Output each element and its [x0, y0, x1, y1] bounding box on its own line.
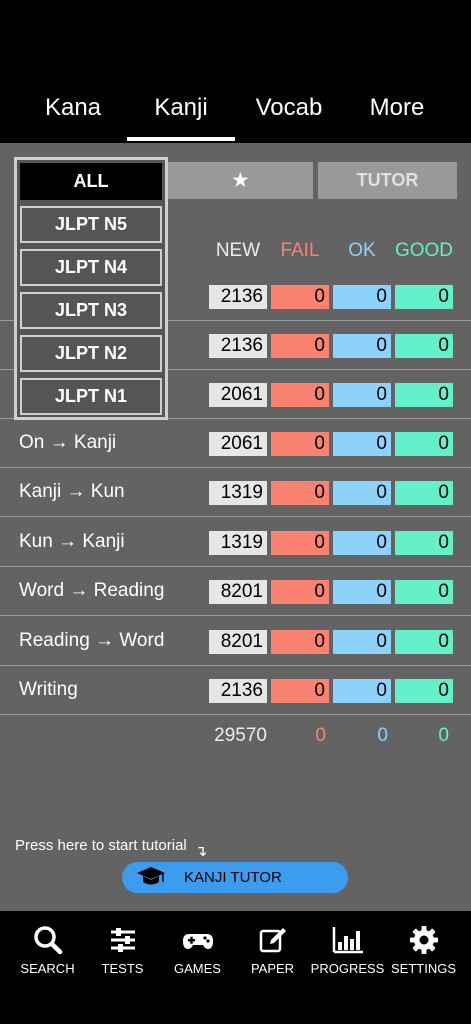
ok-count: 0 [333, 334, 391, 358]
fail-count: 0 [271, 432, 329, 456]
good-count: 0 [395, 531, 453, 555]
tutorial-hint: Press here to start tutorial ↴ [15, 836, 208, 860]
ok-count: 0 [333, 383, 391, 407]
ok-count: 0 [333, 432, 391, 456]
ok-count: 0 [333, 531, 391, 555]
good-count: 0 [395, 334, 453, 358]
pencil-icon [235, 925, 310, 955]
nav-search-label: SEARCH [20, 961, 75, 976]
dropdown-item-n3[interactable]: JLPT N3 [20, 292, 162, 329]
kanji-tutor-button[interactable]: KANJI TUTOR [122, 862, 348, 893]
fail-count: 0 [271, 630, 329, 654]
tab-kana[interactable]: Kana [28, 94, 118, 122]
row-label: Kun → Kanji [19, 531, 125, 552]
row-label: On → Kanji [19, 432, 117, 453]
jlpt-level-dropdown: ALL JLPT N5 JLPT N4 JLPT N3 JLPT N2 JLPT… [14, 157, 168, 420]
nav-paper[interactable]: PAPER [235, 925, 310, 976]
ok-count: 0 [333, 481, 391, 505]
total-ok: 0 [377, 725, 388, 746]
fail-count: 0 [271, 334, 329, 358]
total-fail: 0 [315, 725, 326, 746]
table-row[interactable]: Word → Reading 8201 0 0 0 [0, 567, 471, 616]
column-header-new: NEW [215, 240, 261, 261]
new-count: 8201 [209, 580, 267, 604]
gear-icon [386, 925, 461, 955]
new-count: 1319 [209, 531, 267, 555]
nav-progress[interactable]: PROGRESS [310, 925, 385, 976]
good-count: 0 [395, 630, 453, 654]
curved-arrow-icon: ↴ [194, 843, 208, 860]
favorites-filter-button[interactable]: ★ [168, 162, 313, 199]
tab-vocab[interactable]: Vocab [244, 94, 334, 122]
bottom-navigation: SEARCH TESTS GAMES PAPER PROGRESS SETTIN… [0, 911, 471, 1024]
ok-count: 0 [333, 679, 391, 703]
tutorial-hint-text: Press here to start tutorial [15, 837, 187, 854]
new-count: 2061 [209, 432, 267, 456]
nav-settings-label: SETTINGS [390, 961, 456, 976]
total-good: 0 [438, 725, 449, 746]
row-label: Kanji → Kun [19, 481, 125, 502]
dropdown-item-n5[interactable]: JLPT N5 [20, 206, 162, 243]
table-row[interactable]: Writing 2136 0 0 0 [0, 666, 471, 715]
nav-settings[interactable]: SETTINGS [386, 925, 461, 976]
new-count: 2136 [209, 334, 267, 358]
ok-count: 0 [333, 285, 391, 309]
nav-games-label: GAMES [174, 961, 221, 976]
new-count: 2136 [209, 679, 267, 703]
top-tab-bar: Kana Kanji Vocab More [0, 80, 471, 143]
dropdown-item-n1[interactable]: JLPT N1 [20, 378, 162, 415]
star-icon: ★ [232, 170, 249, 190]
nav-tests-label: TESTS [101, 961, 144, 976]
good-count: 0 [395, 285, 453, 309]
new-count: 1319 [209, 481, 267, 505]
new-count: 2061 [209, 383, 267, 407]
row-label: Word → Reading [19, 580, 165, 601]
nav-paper-label: PAPER [250, 961, 295, 976]
column-header-good: GOOD [394, 240, 454, 261]
dropdown-item-n4[interactable]: JLPT N4 [20, 249, 162, 286]
column-header-ok: OK [348, 240, 376, 261]
good-count: 0 [395, 580, 453, 604]
table-row[interactable]: Kanji → Kun 1319 0 0 0 [0, 468, 471, 517]
search-icon [10, 925, 85, 955]
nav-progress-label: PROGRESS [310, 961, 385, 976]
good-count: 0 [395, 432, 453, 456]
tab-more[interactable]: More [352, 94, 442, 122]
tutor-filter-button[interactable]: TUTOR [318, 162, 457, 199]
table-row[interactable]: Reading → Word 8201 0 0 0 [0, 617, 471, 666]
fail-count: 0 [271, 531, 329, 555]
good-count: 0 [395, 679, 453, 703]
fail-count: 0 [271, 679, 329, 703]
fail-count: 0 [271, 383, 329, 407]
row-label: Reading → Word [19, 630, 165, 651]
sliders-icon [85, 925, 160, 955]
fail-count: 0 [271, 285, 329, 309]
nav-tests[interactable]: TESTS [85, 925, 160, 976]
table-row[interactable]: On → Kanji 2061 0 0 0 [0, 419, 471, 468]
total-new: 29570 [214, 725, 267, 746]
column-header-fail: FAIL [280, 240, 320, 261]
active-tab-indicator [127, 137, 235, 141]
new-count: 2136 [209, 285, 267, 309]
dropdown-item-n2[interactable]: JLPT N2 [20, 335, 162, 372]
nav-games[interactable]: GAMES [160, 925, 235, 976]
graduation-cap-icon [136, 866, 166, 892]
ok-count: 0 [333, 630, 391, 654]
new-count: 8201 [209, 630, 267, 654]
nav-search[interactable]: SEARCH [10, 925, 85, 976]
row-label: Writing [19, 679, 78, 700]
ok-count: 0 [333, 580, 391, 604]
gamepad-icon [160, 925, 235, 955]
good-count: 0 [395, 481, 453, 505]
dropdown-item-all[interactable]: ALL [20, 163, 162, 200]
fail-count: 0 [271, 481, 329, 505]
bar-chart-icon [310, 925, 385, 955]
kanji-tutor-label: KANJI TUTOR [184, 869, 282, 886]
tutor-filter-label: TUTOR [356, 170, 419, 190]
table-row[interactable]: Kun → Kanji 1319 0 0 0 [0, 518, 471, 567]
good-count: 0 [395, 383, 453, 407]
fail-count: 0 [271, 580, 329, 604]
tab-kanji[interactable]: Kanji [136, 94, 226, 122]
